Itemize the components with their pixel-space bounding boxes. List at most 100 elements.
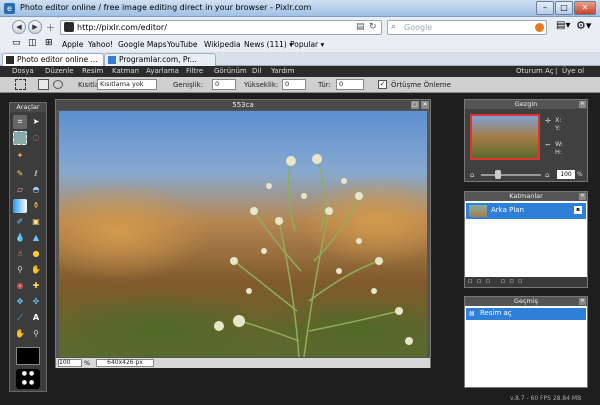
menu-yardim[interactable]: Yardım bbox=[271, 67, 295, 75]
zoom-slider[interactable] bbox=[481, 174, 541, 176]
crosshair-icon: ✛ bbox=[545, 117, 551, 125]
navigator-close-icon[interactable]: ✕ bbox=[579, 101, 586, 108]
eraser-icon[interactable]: ▱ bbox=[13, 183, 27, 197]
canvas-maximize-icon[interactable]: □ bbox=[411, 101, 419, 109]
ellipse-select-icon[interactable] bbox=[53, 80, 63, 89]
hand-icon[interactable]: ✋ bbox=[13, 327, 27, 341]
menu-filtre[interactable]: Filtre bbox=[186, 67, 203, 75]
bookmark-wikipedia[interactable]: Wikipedia bbox=[204, 40, 241, 49]
menu-gorunum[interactable]: Görünüm bbox=[214, 67, 247, 75]
maximize-button[interactable]: □ bbox=[555, 1, 573, 15]
close-button[interactable]: ✕ bbox=[574, 1, 596, 15]
width-input[interactable]: 0 bbox=[212, 79, 236, 90]
canvas-close-icon[interactable]: ✕ bbox=[421, 101, 429, 109]
type-select[interactable]: 0 bbox=[336, 79, 364, 90]
red-eye-icon[interactable]: ◉ bbox=[13, 279, 27, 293]
canvas-image[interactable] bbox=[59, 111, 427, 357]
bookmark-apple[interactable]: Apple bbox=[62, 40, 83, 49]
search-box[interactable]: ⌕ Google bbox=[387, 20, 547, 35]
zoom-input[interactable]: 100 bbox=[58, 359, 82, 367]
address-bar[interactable]: http://pixlr.com/editor/ ▤ ↻ bbox=[60, 20, 382, 35]
paint-bucket-icon[interactable]: ◓ bbox=[29, 183, 43, 197]
lasso-icon[interactable]: ◌ bbox=[29, 131, 43, 145]
minimize-button[interactable]: – bbox=[536, 1, 554, 15]
login-link[interactable]: Oturum Aç bbox=[516, 67, 554, 75]
history-title: Geçmiş bbox=[465, 297, 587, 306]
menu-dil[interactable]: Dil bbox=[252, 67, 261, 75]
navigator-thumbnail[interactable] bbox=[470, 114, 540, 160]
bookmark-news[interactable]: News (111) ▾ bbox=[244, 40, 293, 49]
bookmark-popular[interactable]: Popular ▾ bbox=[290, 40, 324, 49]
color-picker-icon[interactable]: ⟋ bbox=[13, 311, 27, 325]
spot-heal-icon[interactable]: ✚ bbox=[29, 279, 43, 293]
zoom-icon[interactable]: ⚲ bbox=[29, 327, 43, 341]
burn-icon[interactable]: ✋ bbox=[29, 263, 43, 277]
layers-title: Katmanlar bbox=[465, 192, 587, 201]
search-icon: ⌕ bbox=[391, 22, 397, 32]
height-input[interactable]: 0 bbox=[282, 79, 306, 90]
reading-list-icon[interactable]: ◫ bbox=[28, 38, 37, 48]
forward-button[interactable]: ▶ bbox=[28, 20, 42, 34]
open-book-icon[interactable]: ▭ bbox=[12, 38, 21, 48]
zoom-out-icon[interactable]: ⌂ bbox=[470, 171, 474, 179]
marquee-icon[interactable] bbox=[13, 131, 27, 145]
antialias-checkbox[interactable]: ✓ bbox=[378, 80, 387, 89]
pencil-icon[interactable]: ✎ bbox=[13, 167, 27, 181]
zoom-in-icon[interactable]: ⌂ bbox=[545, 171, 549, 179]
history-close-icon[interactable]: ✕ bbox=[579, 298, 586, 305]
menu-ayarlama[interactable]: Ayarlama bbox=[146, 67, 179, 75]
wand-icon[interactable]: ✦ bbox=[13, 149, 27, 163]
blur-icon[interactable]: 💧 bbox=[13, 231, 27, 245]
menu-duzenle[interactable]: Düzenle bbox=[45, 67, 74, 75]
color-replace-icon[interactable]: ✐ bbox=[13, 215, 27, 229]
menu-katman[interactable]: Katman bbox=[112, 67, 139, 75]
clone-stamp-icon[interactable]: ⚱ bbox=[29, 199, 43, 213]
menu-resim[interactable]: Resim bbox=[82, 67, 103, 75]
signup-link[interactable]: Üye ol bbox=[562, 67, 584, 75]
layer-row[interactable]: Arka Plan ▪ bbox=[466, 203, 586, 219]
crop-icon[interactable]: ⌗ bbox=[13, 115, 27, 129]
bookmark-youtube[interactable]: YouTube bbox=[167, 40, 198, 49]
menu-dosya[interactable]: Dosya bbox=[12, 67, 34, 75]
smudge-icon[interactable]: ☝ bbox=[13, 247, 27, 261]
constrain-select[interactable]: Kısıtlama yok bbox=[97, 79, 157, 90]
bookmark-google-maps[interactable]: Google Maps bbox=[118, 40, 167, 49]
rect-select-icon[interactable] bbox=[15, 79, 26, 90]
layers-toolbar[interactable]: ▫▫▫ ▫▫▫ bbox=[465, 277, 587, 287]
bookmark-yahoo[interactable]: Yahoo! bbox=[88, 40, 113, 49]
url-text: http://pixlr.com/editor/ bbox=[77, 23, 167, 32]
tab-photo-editor[interactable]: Photo editor online ... bbox=[2, 53, 104, 66]
primary-color-swatch[interactable] bbox=[16, 347, 40, 365]
window-title-bar: e Photo editor online / free image editi… bbox=[0, 0, 600, 17]
brush-icon[interactable]: ℓ bbox=[29, 167, 43, 181]
page-menu-icon[interactable]: ▤▾ bbox=[556, 20, 570, 31]
navigator-zoom-input[interactable]: 100 bbox=[557, 170, 575, 179]
layer-lock-icon[interactable]: ▪ bbox=[574, 206, 582, 214]
history-item[interactable]: ▤ Resim aç bbox=[466, 308, 586, 320]
sponge-icon[interactable]: ● bbox=[29, 247, 43, 261]
move-icon[interactable]: ➤ bbox=[29, 115, 43, 129]
type-icon[interactable]: A bbox=[29, 311, 43, 325]
navigator-panel: Gezgin ✕ ✛ X: Y: ⌐ W: H: ⌂ ⌂ 100 % bbox=[464, 99, 588, 182]
antialias-label: Örtüşme Önleme bbox=[391, 81, 451, 89]
back-button[interactable]: ◀ bbox=[12, 20, 26, 34]
canvas-status-bar: 100 % 640x426 px bbox=[56, 358, 430, 368]
drawing-icon[interactable]: ▣ bbox=[29, 215, 43, 229]
bloat-icon[interactable]: ✥ bbox=[13, 295, 27, 309]
gear-icon[interactable]: ⚙▾ bbox=[576, 19, 591, 32]
w-label: W: bbox=[555, 140, 564, 148]
reload-icon[interactable]: ↻ bbox=[369, 22, 377, 32]
tab-programlar[interactable]: Programlar.com, Pr... bbox=[104, 53, 216, 66]
pinch-icon[interactable]: ✜ bbox=[29, 295, 43, 309]
select-mode-icon[interactable] bbox=[38, 79, 49, 90]
zoom-slider-handle[interactable] bbox=[495, 170, 501, 179]
gradient-icon[interactable] bbox=[13, 199, 27, 213]
sharpen-icon[interactable]: ▲ bbox=[29, 231, 43, 245]
layers-close-icon[interactable]: ✕ bbox=[579, 193, 586, 200]
dodge-icon[interactable]: ⚲ bbox=[13, 263, 27, 277]
swatch-grid-icon[interactable]: ● ● ● ● bbox=[16, 369, 40, 389]
search-go-icon[interactable] bbox=[535, 23, 544, 32]
reader-icon[interactable]: ▤ bbox=[356, 22, 365, 32]
add-icon[interactable]: ＋ bbox=[46, 21, 55, 34]
top-sites-icon[interactable]: ⊞ bbox=[45, 38, 53, 48]
